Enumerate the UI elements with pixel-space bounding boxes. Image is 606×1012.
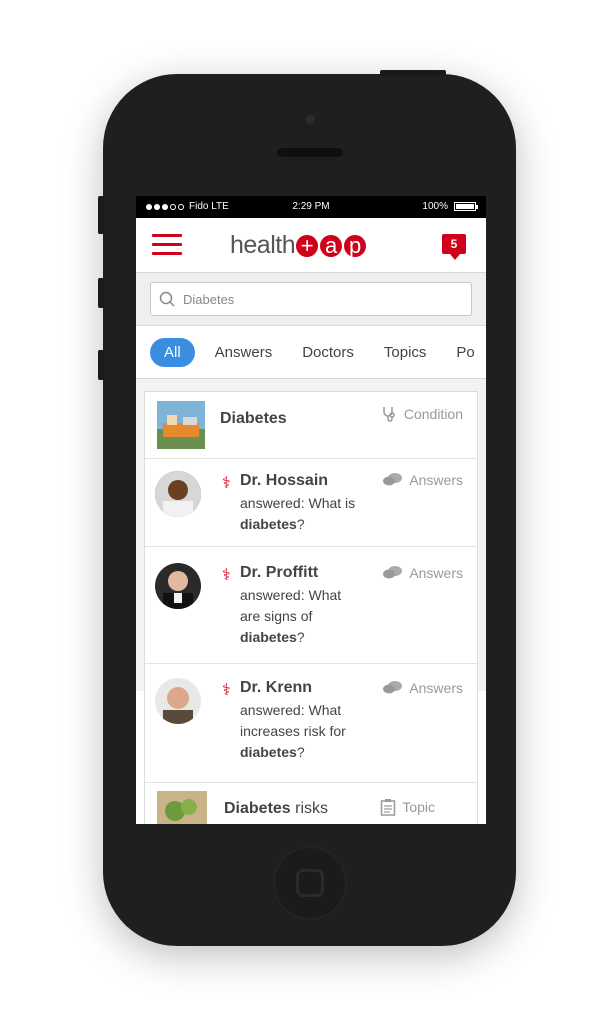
app-header: health + a p 5 [136, 218, 486, 273]
avatar [155, 678, 201, 724]
logo-p-circle: p [342, 232, 369, 259]
earpiece-speaker [277, 148, 343, 157]
result-condition[interactable]: Diabetes Condition [145, 392, 477, 459]
result-answer[interactable]: ⚕ Dr. Proffitt answered: What are signs … [145, 547, 477, 664]
home-button-icon [296, 869, 324, 897]
results-list: Diabetes Condition ⚕ Dr. Hossain answere… [136, 379, 486, 824]
condition-title: Diabetes [220, 410, 287, 427]
tab-topics[interactable]: Topics [374, 338, 437, 367]
tab-doctors[interactable]: Doctors [292, 338, 364, 367]
app-screen: Fido LTE 2:29 PM 100% health + a p 5 Dia… [136, 196, 486, 824]
chat-bubbles-icon [383, 473, 403, 486]
caduceus-icon: ⚕ [222, 475, 231, 492]
answer-text: answered: What is diabetes? [240, 495, 356, 532]
logo-text: health [230, 231, 296, 259]
tab-posts[interactable]: Po [446, 338, 484, 367]
logo-a-circle: a [318, 232, 345, 259]
tab-all[interactable]: All [150, 337, 195, 367]
mute-switch [98, 196, 104, 234]
doctor-name: Dr. Proffitt [240, 564, 319, 581]
search-icon [159, 291, 175, 307]
result-type-answers: Answers [383, 472, 463, 488]
clipboard-icon [381, 799, 396, 816]
volume-down-button [98, 350, 104, 380]
result-type-condition: Condition [380, 405, 463, 423]
result-type-answers: Answers [383, 565, 463, 581]
results-card: Diabetes Condition ⚕ Dr. Hossain answere… [144, 391, 478, 824]
topic-title: Diabetes risks [224, 800, 329, 817]
answers-type-label: Answers [409, 565, 463, 581]
avatar [155, 563, 201, 609]
answer-text: answered: What are signs of diabetes? [240, 587, 342, 645]
search-box[interactable] [150, 282, 472, 316]
app-logo: health + a p [230, 231, 369, 260]
doctor-name: Dr. Krenn [240, 679, 313, 696]
caduceus-icon: ⚕ [222, 682, 231, 699]
filter-tabs: All Answers Doctors Topics Po [136, 326, 486, 379]
condition-thumbnail [157, 401, 205, 449]
avatar [155, 471, 201, 517]
logo-tap-circles: + a p [294, 232, 369, 259]
result-answer[interactable]: ⚕ Dr. Krenn answered: What increases ris… [145, 664, 477, 783]
answers-type-label: Answers [409, 472, 463, 488]
topic-type-label: Topic [402, 799, 435, 815]
condition-type-label: Condition [403, 406, 463, 422]
front-camera [306, 115, 315, 124]
answers-type-label: Answers [409, 680, 463, 696]
notification-badge[interactable]: 5 [442, 234, 466, 260]
stethoscope-icon [383, 407, 395, 422]
tab-answers[interactable]: Answers [205, 338, 283, 367]
result-type-topic: Topic [380, 798, 435, 816]
volume-up-button [98, 278, 104, 308]
result-answer[interactable]: ⚕ Dr. Hossain answered: What is diabetes… [145, 459, 477, 547]
answer-text: answered: What increases risk for diabet… [240, 702, 346, 760]
search-bar [136, 273, 486, 326]
logo-plus-circle: + [294, 232, 321, 259]
topic-thumbnail [157, 791, 207, 824]
power-button [380, 70, 446, 76]
result-topic[interactable]: Diabetes risks Topic [145, 783, 477, 824]
chat-bubbles-icon [383, 566, 403, 579]
menu-icon[interactable] [152, 234, 182, 256]
battery-indicator: 100% [422, 201, 478, 212]
battery-percent: 100% [422, 201, 448, 212]
caduceus-icon: ⚕ [222, 567, 231, 584]
result-type-answers: Answers [383, 680, 463, 696]
chat-bubbles-icon [383, 681, 403, 694]
search-input[interactable] [181, 290, 445, 308]
doctor-name: Dr. Hossain [240, 472, 329, 489]
battery-icon [454, 202, 476, 211]
status-bar: Fido LTE 2:29 PM 100% [136, 196, 486, 218]
battery-tip [476, 204, 478, 209]
